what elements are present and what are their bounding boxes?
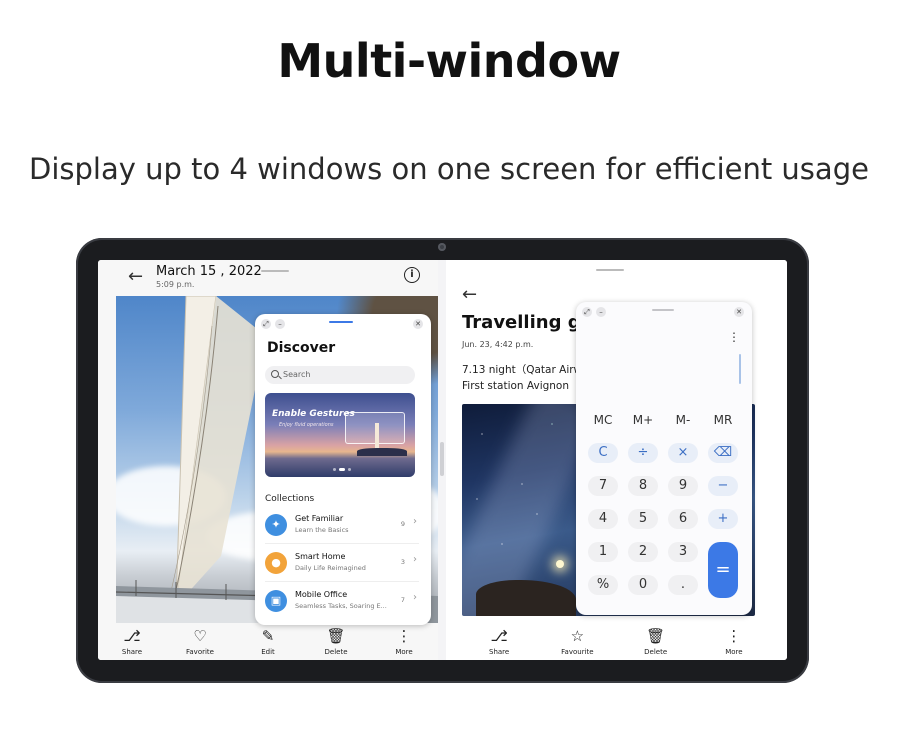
chevron-right-icon: › xyxy=(413,592,417,603)
bulb-icon: ● xyxy=(265,552,287,574)
compass-icon: ✦ xyxy=(265,514,287,536)
digit-key[interactable]: 7 xyxy=(588,476,618,496)
digit-key[interactable]: 0 xyxy=(628,575,658,595)
note-line: First station Avignon xyxy=(462,380,570,392)
note-line: 7.13 night（Qatar Airwa xyxy=(462,364,589,376)
percent-key[interactable]: % xyxy=(588,575,618,595)
delete-button[interactable]: 🗑 Delete xyxy=(306,628,366,656)
multiply-key[interactable]: × xyxy=(668,443,698,463)
discover-floating-window: ⤢ – ✕ Discover Search Enable Gestures En… xyxy=(255,314,431,625)
more-button[interactable]: ⋮ More xyxy=(704,628,764,656)
more-button[interactable]: ⋮ More xyxy=(374,628,434,656)
search-placeholder: Search xyxy=(283,370,311,379)
minus-key[interactable]: − xyxy=(708,476,738,496)
digit-key[interactable]: 9 xyxy=(668,476,698,496)
window-handle[interactable] xyxy=(261,270,289,272)
promo-stage: Multi-window Display up to 4 windows on … xyxy=(0,0,898,754)
minimize-icon[interactable]: – xyxy=(275,319,285,329)
lighthouse-graphic xyxy=(375,423,379,449)
briefcase-icon: ▣ xyxy=(265,590,287,612)
share-button[interactable]: ⎇ Share xyxy=(469,628,529,656)
close-icon[interactable]: ✕ xyxy=(734,307,744,317)
close-icon[interactable]: ✕ xyxy=(413,319,423,329)
digit-key[interactable]: 1 xyxy=(588,542,618,562)
trash-icon: 🗑 xyxy=(326,626,346,645)
share-button[interactable]: ⎇ Share xyxy=(102,628,162,656)
star-icon: ☆ xyxy=(570,626,585,645)
chevron-right-icon: › xyxy=(413,554,417,565)
minimize-icon[interactable]: – xyxy=(596,307,606,317)
digit-key[interactable]: 8 xyxy=(628,476,658,496)
carousel-dots[interactable] xyxy=(333,468,351,471)
search-icon xyxy=(271,370,279,378)
collection-item[interactable]: ● Smart Home Daily Life Reimagined 3 › xyxy=(265,546,419,582)
memory-subtract-key[interactable]: M- xyxy=(668,410,698,430)
collection-item[interactable]: ✦ Get Familiar Learn the Basics 9 › xyxy=(265,508,419,544)
pen-icon: ✎ xyxy=(261,626,275,645)
tablet-device: ← March 15 , 2022 5:09 p.m. i ⎇ Share ♡ … xyxy=(76,238,809,683)
window-handle[interactable] xyxy=(329,321,353,323)
front-camera xyxy=(438,243,446,251)
digit-key[interactable]: 2 xyxy=(628,542,658,562)
divide-key[interactable]: ÷ xyxy=(628,443,658,463)
favourite-button[interactable]: ☆ Favourite xyxy=(547,628,607,656)
edit-button[interactable]: ✎ Edit xyxy=(238,628,298,656)
more-icon[interactable]: ⋮ xyxy=(728,330,740,344)
note-title: Travelling gu xyxy=(462,312,594,333)
tablet-screen: ← March 15 , 2022 5:09 p.m. i ⎇ Share ♡ … xyxy=(98,260,787,660)
info-icon[interactable]: i xyxy=(404,267,420,283)
photo-date: March 15 , 2022 xyxy=(156,264,262,279)
digit-key[interactable]: 3 xyxy=(668,542,698,562)
digit-key[interactable]: 6 xyxy=(668,509,698,529)
decimal-key[interactable]: . xyxy=(668,575,698,595)
equals-key[interactable]: = xyxy=(708,542,738,598)
window-handle[interactable] xyxy=(652,309,674,311)
delete-button[interactable]: 🗑 Delete xyxy=(626,628,686,656)
window-handle[interactable] xyxy=(596,269,624,271)
memory-recall-key[interactable]: MR xyxy=(708,410,738,430)
calculator-floating-window: ⤢ – ✕ ⋮ MC M+ M- MR C ÷ × ⌫ 7 8 9 − 4 5 … xyxy=(576,302,752,615)
plus-key[interactable]: + xyxy=(708,509,738,529)
photo-time: 5:09 p.m. xyxy=(156,280,195,289)
memory-clear-key[interactable]: MC xyxy=(588,410,618,430)
memory-add-key[interactable]: M+ xyxy=(628,410,658,430)
back-arrow-icon[interactable]: ← xyxy=(128,268,143,286)
share-icon: ⎇ xyxy=(123,626,141,645)
headline: Multi-window xyxy=(277,34,621,88)
more-icon: ⋮ xyxy=(726,626,742,645)
back-arrow-icon[interactable]: ← xyxy=(462,286,477,304)
clear-key[interactable]: C xyxy=(588,443,618,463)
digit-key[interactable]: 4 xyxy=(588,509,618,529)
gallery-toolbar: ⎇ Share ♡ Favorite ✎ Edit 🗑 Delete ⋮ Mor… xyxy=(98,623,438,660)
discover-title: Discover xyxy=(267,340,336,356)
note-date: Jun. 23, 4:42 p.m. xyxy=(462,340,534,349)
trash-icon: 🗑 xyxy=(646,626,666,645)
chevron-right-icon: › xyxy=(413,516,417,527)
banner-subtitle: Enjoy fluid operations xyxy=(279,422,334,428)
search-input[interactable]: Search xyxy=(265,366,415,384)
collection-item[interactable]: ▣ Mobile Office Seamless Tasks, Soaring … xyxy=(265,584,419,620)
more-icon: ⋮ xyxy=(396,626,412,645)
scrollbar[interactable] xyxy=(739,354,741,384)
split-divider-handle[interactable] xyxy=(440,442,444,476)
heart-icon: ♡ xyxy=(193,626,207,645)
notes-toolbar: ⎇ Share ☆ Favourite 🗑 Delete ⋮ More xyxy=(460,623,773,660)
share-icon: ⎇ xyxy=(490,626,508,645)
gallery-window: ← March 15 , 2022 5:09 p.m. i ⎇ Share ♡ … xyxy=(98,260,438,660)
digit-key[interactable]: 5 xyxy=(628,509,658,529)
favorite-button[interactable]: ♡ Favorite xyxy=(170,628,230,656)
maximize-icon[interactable]: ⤢ xyxy=(261,319,271,329)
collections-title: Collections xyxy=(265,494,315,504)
banner-title: Enable Gestures xyxy=(272,409,355,419)
backspace-icon[interactable]: ⌫ xyxy=(708,443,738,463)
subhead: Display up to 4 windows on one screen fo… xyxy=(29,152,869,186)
gestures-banner[interactable]: Enable Gestures Enjoy fluid operations xyxy=(265,393,415,477)
maximize-icon[interactable]: ⤢ xyxy=(582,307,592,317)
